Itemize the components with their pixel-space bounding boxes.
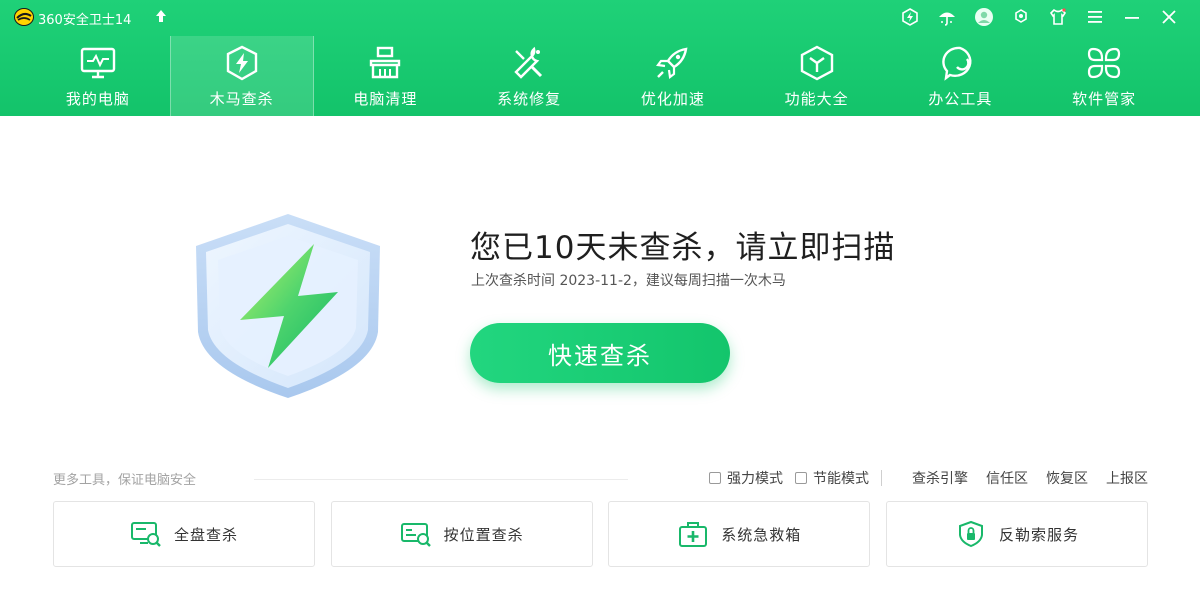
nav-item-optimize[interactable]: 优化加速 <box>601 36 745 116</box>
card-label: 反勒索服务 <box>998 525 1079 544</box>
full-scan-icon <box>130 522 161 547</box>
minimize-icon[interactable] <box>1119 4 1145 30</box>
eco-mode-checkbox[interactable] <box>795 472 807 484</box>
wrench-icon <box>509 44 549 82</box>
security-badge-icon[interactable] <box>897 4 923 30</box>
nav-item-office-tools[interactable]: 办公工具 <box>889 36 1033 116</box>
eco-mode-option[interactable]: 节能模式 <box>795 468 869 488</box>
window-controls <box>886 4 1182 30</box>
skin-icon[interactable] <box>1045 4 1071 30</box>
nav-item-my-computer[interactable]: 我的电脑 <box>26 36 170 116</box>
nav-label: 系统修复 <box>497 90 562 108</box>
tool-cards: 全盘查杀 按位置查杀 系统急救箱 反勒索服务 <box>53 501 1148 567</box>
location-scan-card[interactable]: 按位置查杀 <box>330 501 593 567</box>
nav-item-software-manager[interactable]: 软件管家 <box>1032 36 1176 116</box>
separator <box>881 470 882 486</box>
nav-label: 优化加速 <box>640 90 705 108</box>
report-zone-link[interactable]: 上报区 <box>1106 468 1148 488</box>
rocket-icon <box>653 44 693 82</box>
location-scan-icon <box>400 523 431 547</box>
power-mode-label: 强力模式 <box>727 471 783 487</box>
power-mode-checkbox[interactable] <box>709 472 721 484</box>
tools-links: 强力模式 节能模式 查杀引擎 信任区 恢复区 上报区 <box>709 468 1148 488</box>
ransom-shield-card[interactable]: 反勒索服务 <box>885 501 1148 567</box>
first-aid-kit-card[interactable]: 系统急救箱 <box>608 501 871 567</box>
divider <box>254 479 628 480</box>
ransom-shield-icon <box>958 520 983 548</box>
close-icon[interactable] <box>1156 4 1182 30</box>
hero-title: 您已10天未查杀，请立即扫描 <box>470 230 896 266</box>
card-label: 按位置查杀 <box>443 525 524 544</box>
app-title: 360安全卫士14 <box>38 13 132 28</box>
power-mode-option[interactable]: 强力模式 <box>709 468 783 488</box>
shield-bolt-icon <box>222 44 262 82</box>
eco-mode-label: 节能模式 <box>813 471 869 487</box>
header: 360安全卫士14 我的电脑 木马查杀 电脑清理 系统修复 优化加速 功能大全 … <box>0 0 1200 116</box>
card-label: 系统急救箱 <box>721 525 802 544</box>
broom-icon <box>365 44 405 82</box>
grid-flower-icon <box>1084 44 1124 82</box>
last-scan-info: 上次查杀时间 2023-11-2，建议每周扫描一次木马 <box>471 273 786 289</box>
nav-item-cleanup[interactable]: 电脑清理 <box>314 36 458 116</box>
app-window: 360安全卫士14 我的电脑 木马查杀 电脑清理 系统修复 优化加速 功能大全 … <box>0 0 1200 600</box>
nav-label: 木马查杀 <box>209 90 274 108</box>
nav-label: 功能大全 <box>784 90 849 108</box>
shield-bolt-illustration <box>196 214 380 398</box>
scan-engine-link[interactable]: 查杀引擎 <box>912 468 968 488</box>
umbrella-icon[interactable] <box>934 4 960 30</box>
quick-scan-button[interactable]: 快速查杀 <box>470 323 730 383</box>
nav-item-trojan-scan[interactable]: 木马查杀 <box>169 36 314 116</box>
nav-item-system-repair[interactable]: 系统修复 <box>457 36 601 116</box>
more-tools-label: 更多工具，保证电脑安全 <box>53 473 197 488</box>
nav-item-features[interactable]: 功能大全 <box>745 36 889 116</box>
trust-zone-link[interactable]: 信任区 <box>986 468 1028 488</box>
nav-label: 我的电脑 <box>65 90 130 108</box>
nav-label: 电脑清理 <box>353 90 418 108</box>
title-bar[interactable]: 360安全卫士14 <box>0 0 1200 34</box>
upgrade-arrow-icon[interactable] <box>155 9 167 23</box>
card-label: 全盘查杀 <box>173 525 238 544</box>
settings-icon[interactable] <box>1008 4 1034 30</box>
restore-zone-link[interactable]: 恢复区 <box>1046 468 1088 488</box>
nav-label: 办公工具 <box>928 90 993 108</box>
app-logo-icon <box>14 8 34 26</box>
avatar-icon[interactable] <box>971 4 997 30</box>
cube-icon <box>797 44 837 82</box>
chat-bubble-icon <box>940 44 980 82</box>
full-scan-card[interactable]: 全盘查杀 <box>53 501 315 567</box>
first-aid-kit-icon <box>679 522 708 547</box>
main-nav: 我的电脑 木马查杀 电脑清理 系统修复 优化加速 功能大全 办公工具 软件管家 <box>26 36 1176 116</box>
monitor-icon <box>78 44 118 82</box>
menu-icon[interactable] <box>1082 4 1108 30</box>
nav-label: 软件管家 <box>1072 90 1137 108</box>
